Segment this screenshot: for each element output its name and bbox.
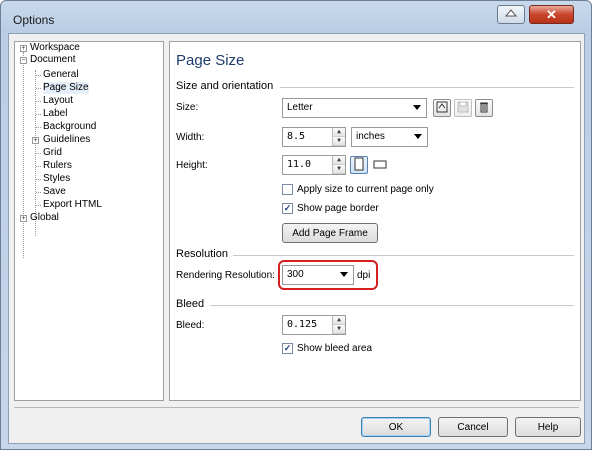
tree-item-grid[interactable]: Grid bbox=[43, 147, 62, 159]
delete-preset-button[interactable] bbox=[475, 99, 493, 117]
help-icon bbox=[504, 8, 518, 21]
save-preset-button[interactable] bbox=[433, 99, 451, 117]
width-value: 8.5 bbox=[287, 131, 306, 142]
collapse-document-icon[interactable]: − bbox=[20, 57, 27, 64]
expand-guidelines-icon[interactable]: + bbox=[32, 137, 39, 144]
size-dropdown[interactable]: Letter bbox=[282, 98, 427, 118]
spin-down-icon[interactable]: ▼ bbox=[333, 325, 345, 334]
chevron-down-icon bbox=[340, 272, 348, 277]
show-page-border-checkbox[interactable]: ✓ bbox=[282, 203, 293, 214]
chevron-down-icon bbox=[414, 134, 422, 139]
tree-connector bbox=[36, 153, 41, 154]
expand-workspace-icon[interactable]: + bbox=[20, 45, 27, 52]
spin-up-icon[interactable]: ▲ bbox=[333, 156, 345, 165]
apply-current-page-checkbox[interactable] bbox=[282, 184, 293, 195]
tree-item-page-size[interactable]: Page Size bbox=[43, 82, 89, 94]
size-label: Size: bbox=[176, 102, 199, 113]
show-page-border-label: Show page border bbox=[297, 203, 379, 214]
close-icon: ✕ bbox=[546, 6, 557, 22]
section-resolution: Resolution bbox=[176, 248, 228, 260]
disk-icon bbox=[457, 101, 469, 116]
apply-current-page-label: Apply size to current page only bbox=[297, 184, 434, 195]
bleed-field[interactable]: 0.125 ▲ ▼ bbox=[282, 315, 346, 335]
section-bleed: Bleed bbox=[176, 298, 205, 310]
delete-icon bbox=[478, 101, 490, 116]
help-button[interactable] bbox=[497, 5, 525, 24]
page-title: Page Size bbox=[176, 52, 245, 69]
tree-connector bbox=[36, 179, 41, 180]
bleed-stepper[interactable]: ▲ ▼ bbox=[332, 316, 345, 334]
tree-connector bbox=[36, 88, 41, 89]
bleed-value: 0.125 bbox=[287, 319, 318, 330]
tree-item-rulers[interactable]: Rulers bbox=[43, 160, 72, 172]
tree-connector bbox=[36, 166, 41, 167]
tree-item-layout[interactable]: Layout bbox=[43, 95, 73, 107]
rendering-resolution-label: Rendering Resolution: bbox=[176, 270, 275, 281]
tree-connector bbox=[36, 114, 41, 115]
width-stepper[interactable]: ▲ ▼ bbox=[332, 128, 345, 146]
tree-item-styles[interactable]: Styles bbox=[43, 173, 70, 185]
tree-item-document[interactable]: Document bbox=[30, 54, 76, 66]
spin-down-icon[interactable]: ▼ bbox=[333, 137, 345, 146]
spin-up-icon[interactable]: ▲ bbox=[333, 128, 345, 137]
add-page-frame-button[interactable]: Add Page Frame bbox=[282, 223, 378, 243]
show-bleed-area-checkbox[interactable]: ✓ bbox=[282, 343, 293, 354]
footer-divider bbox=[14, 407, 579, 408]
section-size-orientation: Size and orientation bbox=[176, 80, 274, 92]
units-dropdown[interactable]: inches bbox=[351, 127, 428, 147]
tree-connector bbox=[36, 192, 41, 193]
cancel-button[interactable]: Cancel bbox=[438, 417, 508, 437]
help-footer-button[interactable]: Help bbox=[515, 417, 581, 437]
options-tree[interactable]: + Workspace − Document General Page Size… bbox=[14, 41, 164, 401]
disk-button[interactable] bbox=[454, 99, 472, 117]
height-stepper[interactable]: ▲ ▼ bbox=[332, 156, 345, 174]
expand-global-icon[interactable]: + bbox=[20, 215, 27, 222]
chevron-down-icon bbox=[413, 105, 421, 110]
close-button[interactable]: ✕ bbox=[529, 5, 574, 24]
ok-button[interactable]: OK bbox=[361, 417, 431, 437]
units-value: inches bbox=[356, 131, 385, 142]
height-field[interactable]: 11.0 ▲ ▼ bbox=[282, 155, 346, 175]
tree-item-label[interactable]: Label bbox=[43, 108, 67, 120]
landscape-button[interactable] bbox=[371, 156, 389, 174]
portrait-icon bbox=[354, 157, 364, 174]
height-value: 11.0 bbox=[287, 159, 312, 170]
tree-connector bbox=[36, 101, 41, 102]
section-divider bbox=[210, 305, 574, 306]
dialog-client-area: + Workspace − Document General Page Size… bbox=[8, 33, 585, 444]
title-bar[interactable]: Options ✕ bbox=[1, 1, 591, 31]
tree-connector bbox=[36, 127, 41, 128]
window-title: Options bbox=[13, 13, 55, 27]
tree-item-background[interactable]: Background bbox=[43, 121, 96, 133]
tree-connector bbox=[36, 75, 41, 76]
height-label: Height: bbox=[176, 160, 208, 171]
section-divider bbox=[233, 255, 574, 256]
dpi-unit-label: dpi bbox=[357, 270, 371, 281]
spin-up-icon[interactable]: ▲ bbox=[333, 316, 345, 325]
tree-item-workspace[interactable]: Workspace bbox=[30, 42, 80, 54]
rendering-resolution-dropdown[interactable]: 300 bbox=[282, 265, 354, 285]
show-bleed-area-label: Show bleed area bbox=[297, 343, 373, 354]
tree-connector bbox=[36, 205, 41, 206]
landscape-icon bbox=[373, 159, 387, 172]
bleed-label: Bleed: bbox=[176, 320, 205, 331]
width-field[interactable]: 8.5 ▲ ▼ bbox=[282, 127, 346, 147]
tree-item-general[interactable]: General bbox=[43, 69, 79, 81]
tree-item-guidelines[interactable]: Guidelines bbox=[43, 134, 90, 146]
tree-item-export-html[interactable]: Export HTML bbox=[43, 199, 102, 211]
spin-down-icon[interactable]: ▼ bbox=[333, 165, 345, 174]
section-divider bbox=[280, 87, 574, 88]
tree-item-global[interactable]: Global bbox=[30, 212, 59, 224]
size-value: Letter bbox=[287, 102, 313, 113]
width-label: Width: bbox=[176, 132, 205, 143]
rendering-resolution-value: 300 bbox=[287, 269, 304, 280]
save-preset-icon bbox=[436, 101, 448, 116]
tree-guide-root bbox=[23, 52, 24, 258]
portrait-button[interactable] bbox=[350, 156, 368, 174]
options-window: Options ✕ + Workspace − Document General… bbox=[0, 0, 592, 450]
tree-item-save[interactable]: Save bbox=[43, 186, 66, 198]
page-size-panel: Page Size Size and orientation Size: Let… bbox=[169, 41, 581, 401]
